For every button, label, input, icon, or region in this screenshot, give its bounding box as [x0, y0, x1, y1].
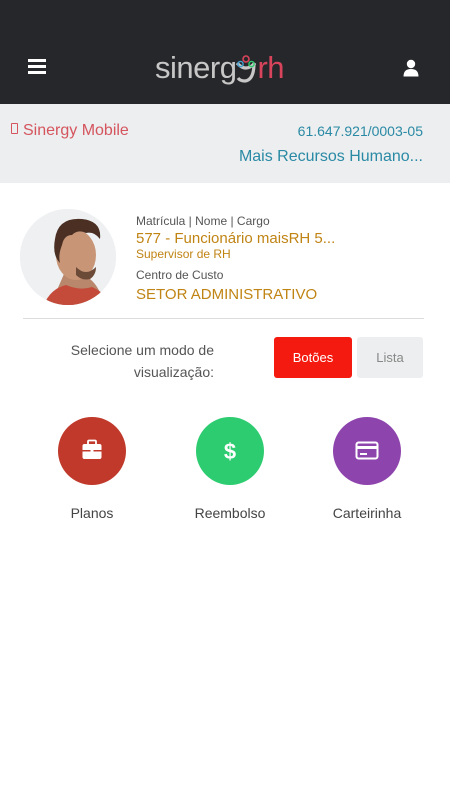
- action-reembolso[interactable]: $ Reembolso: [175, 417, 285, 521]
- action-carteirinha-label: Carteirinha: [332, 505, 402, 521]
- id-label: Matrícula | Nome | Cargo: [136, 214, 270, 228]
- briefcase-icon: [82, 439, 102, 459]
- hamburger-icon[interactable]: [28, 59, 46, 75]
- app-name-label: Sinergy Mobile: [23, 122, 129, 139]
- cost-center-label: Centro de Custo: [136, 268, 224, 282]
- user-icon[interactable]: [403, 59, 419, 77]
- action-reembolso-label: Reembolso: [194, 505, 266, 521]
- action-planos-circle[interactable]: [58, 417, 126, 485]
- avatar: [20, 209, 116, 305]
- employee-name: 577 - Funcionário maisRH 5...: [136, 230, 336, 247]
- cost-center-value: SETOR ADMINISTRATIVO: [136, 286, 318, 303]
- avatar-photo: [20, 209, 116, 305]
- action-planos-label: Planos: [70, 505, 114, 521]
- mobile-phone-icon: [11, 123, 18, 134]
- employee-role: Supervisor de RH: [136, 247, 231, 261]
- svg-text:$: $: [224, 439, 236, 464]
- app-logo: sinerg rh: [155, 50, 285, 90]
- logo-text-sinerg: sinerg: [155, 50, 237, 85]
- company-cnpj: 61.647.921/0003-05: [297, 123, 423, 139]
- view-mode-list[interactable]: Lista: [357, 337, 423, 378]
- app-name: Sinergy Mobile: [11, 122, 129, 140]
- action-carteirinha[interactable]: Carteirinha: [312, 417, 422, 521]
- card-icon: [355, 441, 379, 460]
- logo-text-rh: rh: [257, 50, 285, 85]
- view-mode-buttons[interactable]: Botões: [274, 337, 352, 378]
- action-reembolso-circle[interactable]: $: [196, 417, 264, 485]
- company-name: Mais Recursos Humano...: [238, 148, 423, 165]
- divider: [23, 318, 424, 319]
- info-bar: [0, 104, 450, 183]
- view-mode-label: Selecione um modo de visualização:: [70, 342, 214, 380]
- action-carteirinha-circle[interactable]: [333, 417, 401, 485]
- action-planos[interactable]: Planos: [37, 417, 147, 521]
- logo-mark-icon: [236, 55, 257, 83]
- dollar-icon: $: [224, 439, 236, 464]
